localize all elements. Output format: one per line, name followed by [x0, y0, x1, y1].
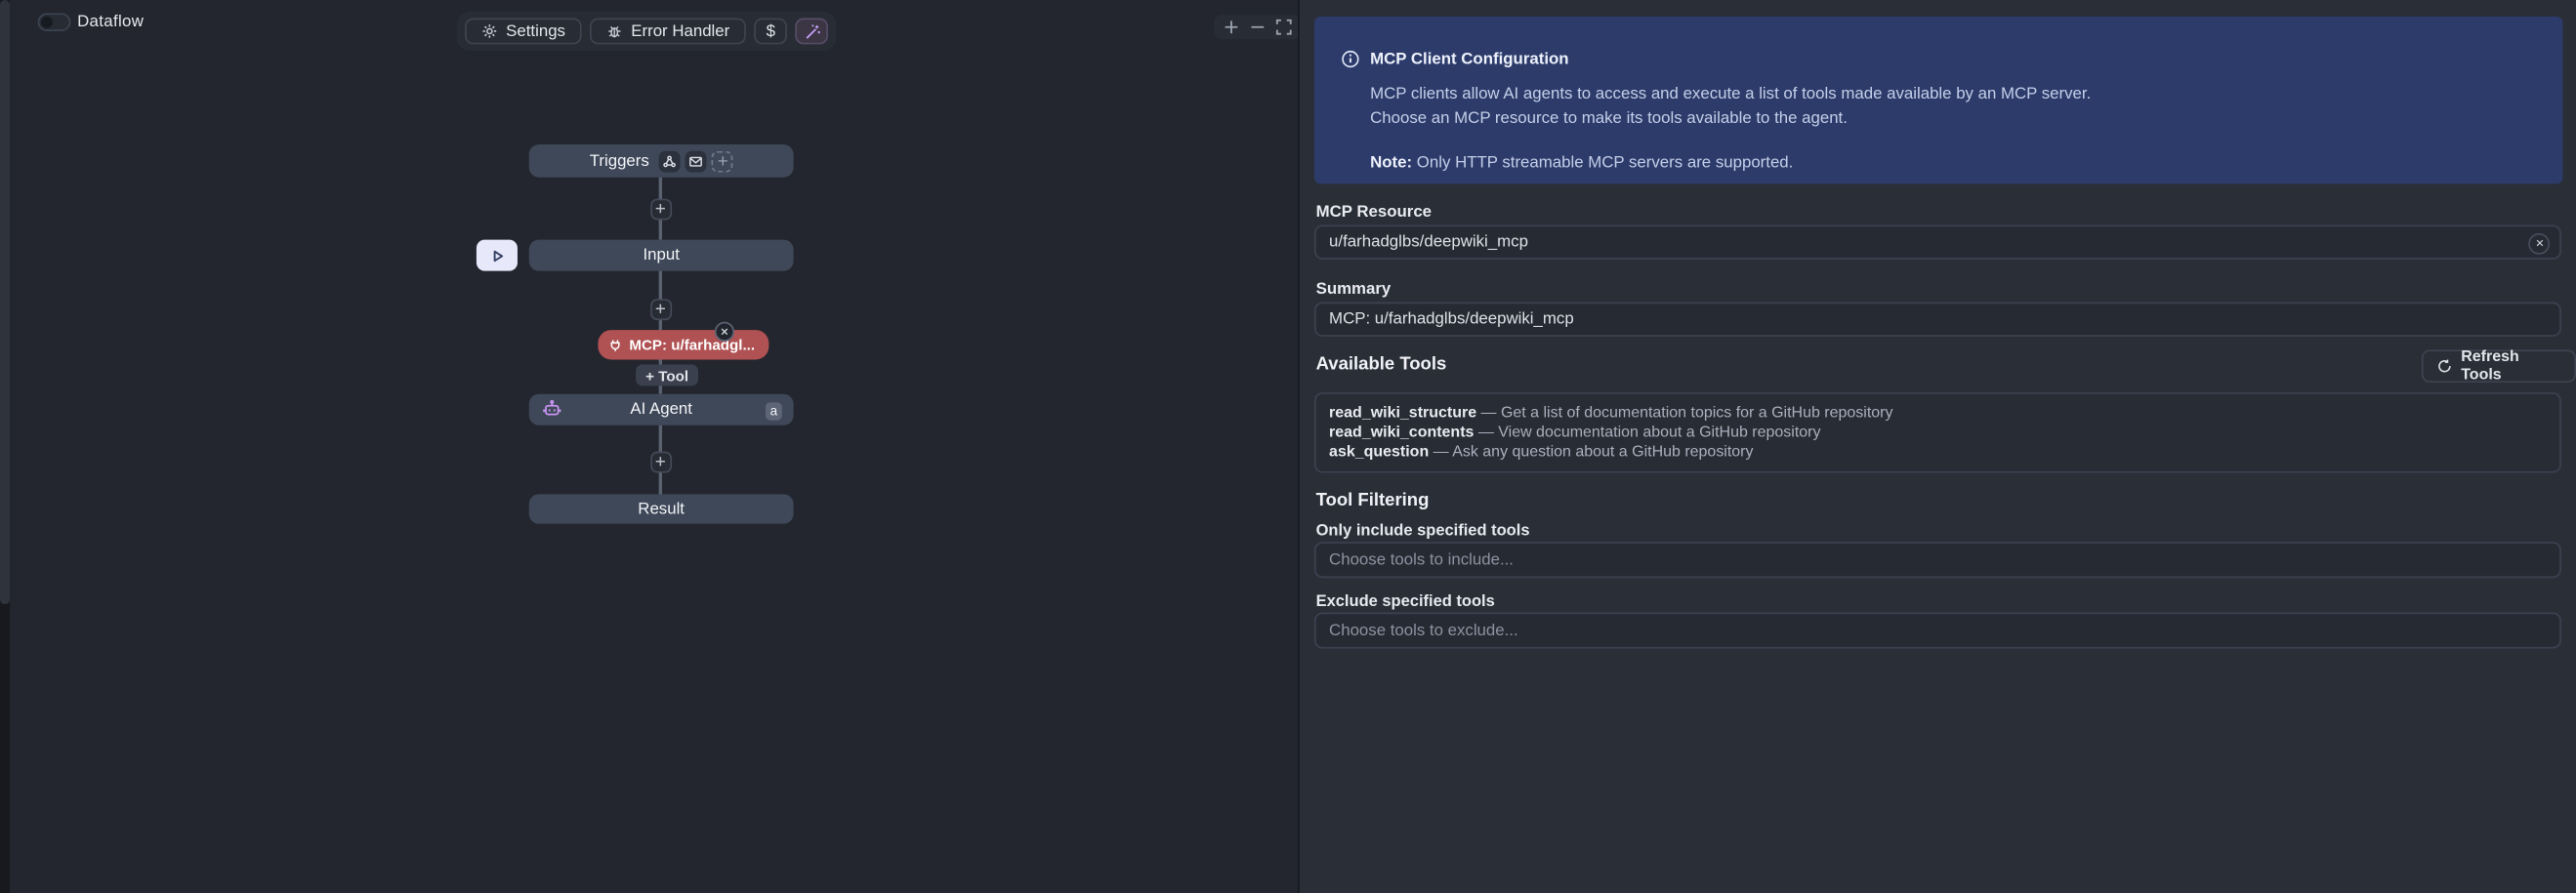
node-result-label: Result	[638, 500, 685, 518]
exclude-tools-label: Exclude specified tools	[1316, 592, 1495, 611]
zoom-in-button[interactable]	[1221, 17, 1242, 38]
include-tools-input[interactable]: Choose tools to include...	[1314, 542, 2561, 578]
info-body-line2: Choose an MCP resource to make its tools…	[1370, 106, 2537, 131]
mcp-resource-input[interactable]: u/farhadglbs/deepwiki_mcp	[1314, 224, 2561, 259]
left-scrollbar-thumb[interactable]	[0, 0, 10, 604]
settings-label: Settings	[506, 22, 565, 41]
remove-mcp-tool-button[interactable]	[715, 322, 734, 342]
variables-button[interactable]: $	[755, 19, 788, 45]
canvas-toolbar: Settings Error Handler $	[457, 12, 837, 51]
available-tools-heading: Available Tools	[1316, 354, 1447, 374]
node-triggers[interactable]: Triggers	[529, 144, 794, 178]
trigger-type-buttons	[659, 150, 733, 172]
refresh-tools-label: Refresh Tools	[2461, 348, 2561, 385]
refresh-icon	[2436, 358, 2453, 375]
zoom-out-button[interactable]	[1247, 17, 1268, 38]
summary-label: Summary	[1316, 281, 1392, 300]
app-window: Dataflow Settings Er	[0, 0, 2576, 893]
node-ai-agent[interactable]: AI Agent a	[529, 394, 794, 426]
error-handler-button[interactable]: Error Handler	[590, 19, 746, 45]
webhook-trigger-button[interactable]	[659, 150, 681, 172]
add-trigger-button[interactable]	[712, 150, 733, 172]
toggle-knob	[41, 17, 53, 28]
info-body-line1: MCP clients allow AI agents to access an…	[1370, 82, 2537, 106]
bug-icon	[606, 23, 623, 40]
fit-view-button[interactable]	[1273, 17, 1295, 38]
include-tools-placeholder: Choose tools to include...	[1329, 550, 1514, 569]
summary-value: MCP: u/farhadglbs/deepwiki_mcp	[1329, 310, 1574, 329]
node-result[interactable]: Result	[529, 494, 794, 523]
page-title: Dataflow	[77, 13, 144, 31]
plug-icon	[607, 338, 622, 352]
tool-row: ask_question — Ask any question about a …	[1329, 444, 2547, 465]
available-tools-list: read_wiki_structure — Get a list of docu…	[1314, 392, 2561, 472]
run-button[interactable]	[477, 240, 518, 271]
mcp-resource-label: MCP Resource	[1316, 204, 1432, 223]
dollar-label: $	[767, 22, 775, 41]
tool-row: read_wiki_structure — Get a list of docu…	[1329, 404, 2547, 425]
exclude-tools-placeholder: Choose tools to exclude...	[1329, 622, 1518, 640]
clear-mcp-resource-button[interactable]	[2528, 232, 2550, 254]
include-tools-label: Only include specified tools	[1316, 522, 1530, 541]
tool-row: read_wiki_contents — View documentation …	[1329, 424, 2547, 444]
node-input[interactable]: Input	[529, 240, 794, 271]
canvas-zoom-controls	[1214, 15, 1301, 39]
mcp-resource-value: u/farhadglbs/deepwiki_mcp	[1329, 233, 1528, 252]
node-triggers-label: Triggers	[590, 152, 649, 171]
dataflow-toggle[interactable]	[38, 13, 71, 31]
mcp-tool-chip[interactable]: MCP: u/farhadgl...	[598, 330, 768, 359]
mcp-info-box: MCP Client Configuration MCP clients all…	[1314, 17, 2563, 184]
gear-icon	[481, 23, 498, 40]
add-node-button-2[interactable]	[649, 298, 671, 319]
settings-button[interactable]: Settings	[465, 19, 582, 45]
left-scrollbar-track[interactable]	[0, 0, 10, 893]
config-panel: MCP Client Configuration MCP clients all…	[1300, 0, 2576, 893]
magic-wand-icon	[803, 22, 821, 41]
info-note-label: Note:	[1370, 154, 1412, 173]
flow-canvas[interactable]: Dataflow Settings Er	[10, 0, 1298, 893]
play-icon	[489, 247, 506, 264]
refresh-tools-button[interactable]: Refresh Tools	[2422, 349, 2576, 383]
info-note-text: Only HTTP streamable MCP servers are sup…	[1412, 154, 1793, 173]
exclude-tools-input[interactable]: Choose tools to exclude...	[1314, 613, 2561, 649]
node-ai-agent-label: AI Agent	[630, 401, 692, 420]
info-icon	[1341, 49, 1360, 68]
mcp-tool-chip-label: MCP: u/farhadgl...	[629, 337, 755, 353]
email-trigger-button[interactable]	[686, 150, 707, 172]
summary-input[interactable]: MCP: u/farhadglbs/deepwiki_mcp	[1314, 303, 2561, 337]
add-tool-label: + Tool	[645, 367, 688, 384]
robot-icon	[542, 399, 561, 419]
add-tool-button[interactable]: + Tool	[636, 364, 698, 386]
node-input-label: Input	[643, 246, 679, 264]
tool-filtering-heading: Tool Filtering	[1316, 491, 1430, 510]
info-box-title: MCP Client Configuration	[1370, 50, 1568, 68]
add-node-button-3[interactable]	[649, 451, 671, 472]
add-node-button-1[interactable]	[649, 198, 671, 220]
ai-assist-button[interactable]	[796, 19, 829, 45]
error-handler-label: Error Handler	[631, 22, 729, 41]
agent-model-badge[interactable]: a	[766, 401, 782, 420]
